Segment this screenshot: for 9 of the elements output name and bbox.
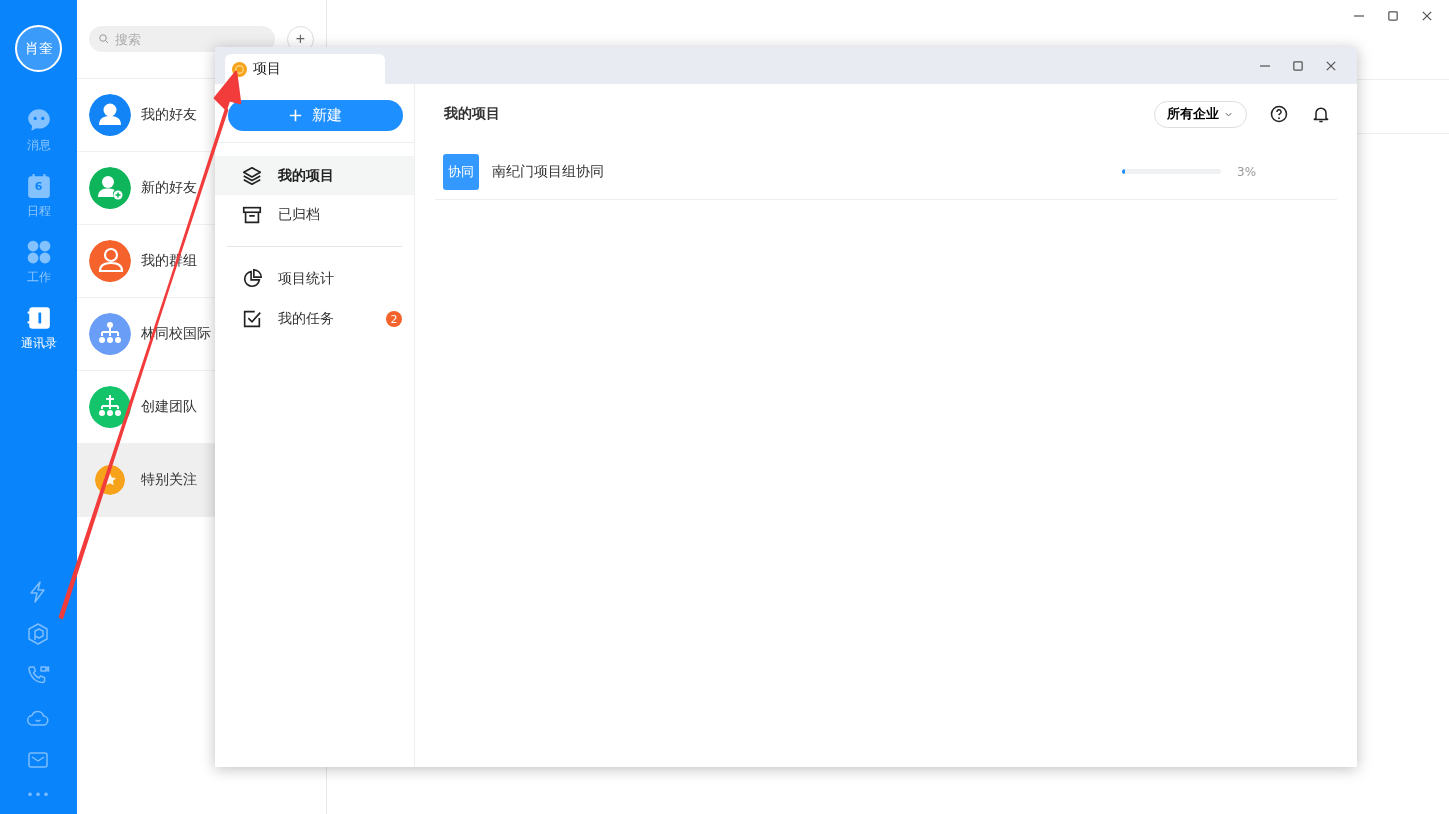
page-title: 我的项目 xyxy=(444,105,500,123)
count-badge: 2 xyxy=(386,311,402,327)
contact-group-name: 特别关注 xyxy=(141,471,197,489)
contact-group-name: 我的好友 xyxy=(141,106,197,124)
calendar-day: 6 xyxy=(25,180,52,193)
project-tag: 协同 xyxy=(443,153,479,190)
contact-group-name: 创建团队 xyxy=(141,398,197,416)
progress-reading: 3% xyxy=(1236,164,1258,179)
contact-group-name: 新的好友 xyxy=(141,179,197,197)
